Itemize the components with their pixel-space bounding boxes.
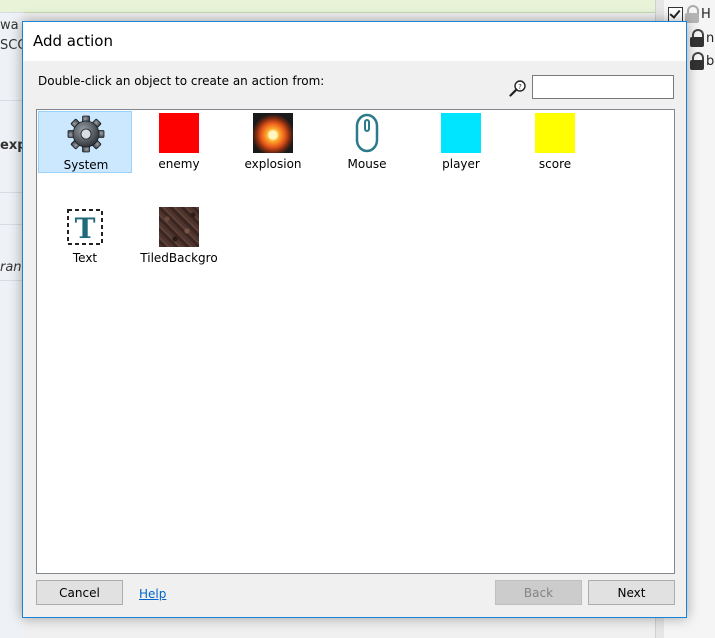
object-item-score[interactable]: score xyxy=(508,111,602,173)
object-item-system[interactable]: System xyxy=(38,111,132,173)
object-label: score xyxy=(538,157,572,171)
help-link[interactable]: Help xyxy=(139,587,166,601)
text-object-icon: T xyxy=(67,209,103,245)
object-label: TiledBackgro xyxy=(140,251,218,265)
object-label: explosion xyxy=(244,157,302,171)
object-label: Text xyxy=(72,251,98,265)
divider xyxy=(0,100,24,101)
background-fragment: expl xyxy=(0,138,24,153)
dialog-title: Add action xyxy=(33,32,113,50)
object-item-enemy[interactable]: enemy xyxy=(132,111,226,173)
gear-icon xyxy=(67,115,105,153)
object-item-mouse[interactable]: Mouse xyxy=(320,111,414,173)
red-square-icon xyxy=(159,113,199,153)
svg-text:?: ? xyxy=(518,83,522,91)
lock-icon[interactable] xyxy=(690,29,704,47)
back-button[interactable]: Back xyxy=(495,580,582,605)
tiled-background-icon xyxy=(159,207,199,247)
object-item-text[interactable]: T Text xyxy=(38,205,132,267)
divider xyxy=(0,280,24,281)
object-label: enemy xyxy=(158,157,200,171)
search-icon: ? xyxy=(509,80,526,97)
object-item-tiledbackground[interactable]: TiledBackgro xyxy=(132,205,226,267)
layer-row[interactable]: b xyxy=(690,51,714,71)
divider xyxy=(0,12,24,13)
background-fragment: SCO xyxy=(0,38,24,53)
background-fragment: ran xyxy=(0,260,22,275)
lock-icon[interactable] xyxy=(685,5,699,23)
explosion-icon xyxy=(253,113,293,153)
background-fragment: wa xyxy=(0,18,19,33)
background-left-panel: wa SCO expl ran xyxy=(0,12,24,638)
layer-label: n xyxy=(706,30,715,46)
add-action-dialog: Add action Double-click an object to cre… xyxy=(22,21,687,618)
divider xyxy=(0,224,24,225)
yellow-square-icon xyxy=(535,113,575,153)
checkbox[interactable] xyxy=(668,6,683,22)
object-label: player xyxy=(442,157,480,171)
object-item-player[interactable]: player xyxy=(414,111,508,173)
divider xyxy=(0,192,24,193)
lock-icon[interactable] xyxy=(690,52,704,70)
cyan-square-icon xyxy=(441,113,481,153)
layer-row[interactable]: n xyxy=(690,28,714,48)
object-label: Mouse xyxy=(347,157,387,171)
layer-label: b xyxy=(706,53,715,69)
next-button[interactable]: Next xyxy=(588,580,675,605)
search-input[interactable] xyxy=(532,75,674,99)
object-label: System xyxy=(63,158,109,172)
dialog-titlebar: Add action xyxy=(23,22,686,61)
layer-label: H xyxy=(701,6,711,22)
cancel-button[interactable]: Cancel xyxy=(36,580,123,605)
object-list[interactable]: System enemy explosion Mouse player scor… xyxy=(36,109,675,574)
mouse-icon xyxy=(355,113,379,153)
svg-text:T: T xyxy=(75,212,96,245)
instruction-text: Double-click an object to create an acti… xyxy=(38,74,325,88)
object-item-explosion[interactable]: explosion xyxy=(226,111,320,173)
background-topbar xyxy=(0,0,655,13)
